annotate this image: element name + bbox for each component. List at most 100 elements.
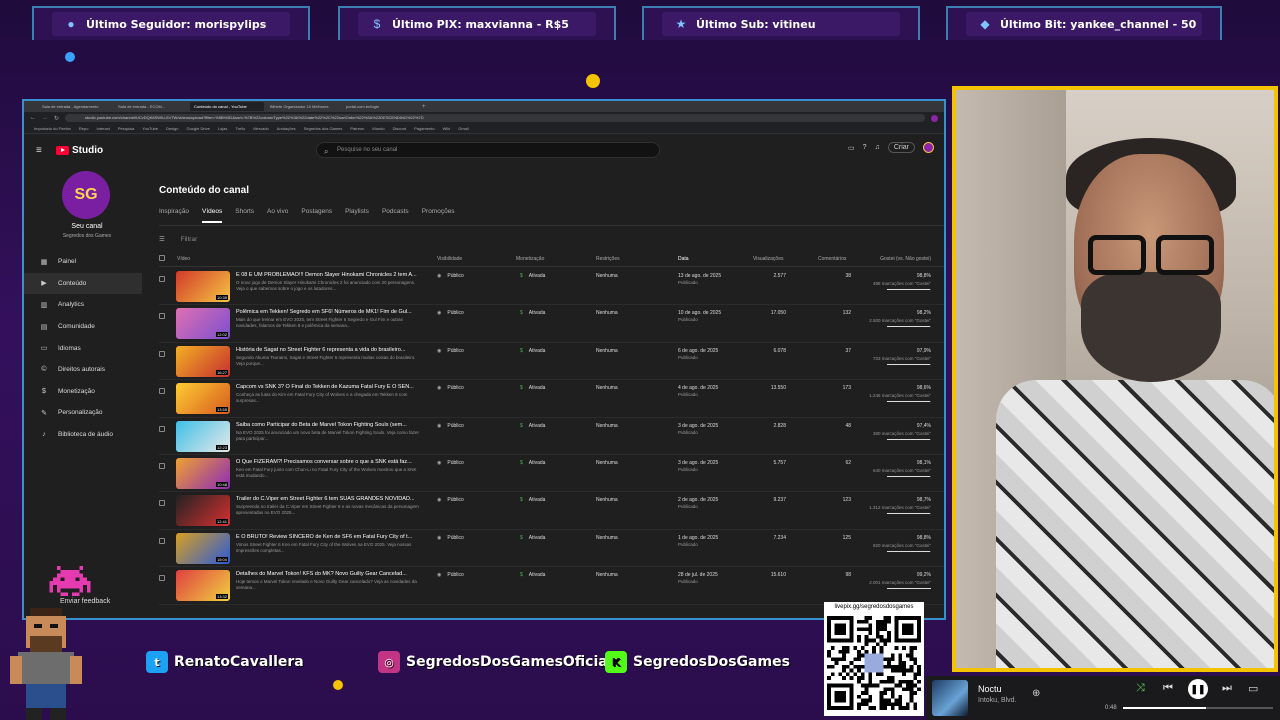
video-thumbnail[interactable]: 10:39 [176,271,230,302]
previous-icon[interactable]: ⏮ [1163,682,1173,695]
row-checkbox[interactable] [159,313,165,320]
bookmark-item[interactable]: Segredos dos Games [304,126,343,131]
video-title[interactable]: É 08 É UM PROBLEMÃO!!! Demon Slayer Hino… [236,272,421,278]
bookmark-item[interactable]: Pagamento [414,126,434,131]
monetization-cell[interactable]: $ Ativada [520,423,545,429]
col-comments[interactable]: Comentários [818,256,846,262]
bookmark-item[interactable]: Repo [79,126,89,131]
channel-avatar[interactable]: SG [62,171,110,219]
col-visibility[interactable]: Visibilidade [437,256,462,262]
bookmark-item[interactable]: Pesquisa [118,126,134,131]
table-row[interactable]: 13:32 Detalhes do Marvel Tokon! KFS do MK… [159,567,944,605]
monetization-cell[interactable]: $ Ativada [520,497,545,503]
monetization-cell[interactable]: $ Ativada [520,273,545,279]
video-thumbnail[interactable]: 10:48 [176,457,230,489]
video-thumbnail[interactable]: 15:04 [176,532,230,564]
filter-input[interactable]: ☰ Filtrar [159,235,197,243]
table-row[interactable]: 10:48 O Que FIZERAM?! Precisamos conversa… [159,455,944,493]
bookmark-item[interactable]: Patreon [350,126,364,131]
profile-icon[interactable] [931,114,938,122]
col-views[interactable]: Visualizações [753,256,783,262]
monetization-cell[interactable]: $ Ativada [520,535,545,541]
bookmark-item[interactable]: Discord [393,126,407,131]
tab-playlists[interactable]: Playlists [345,208,369,223]
tab-ao-vivo[interactable]: Ao vivo [267,208,288,223]
tab-shorts[interactable]: Shorts [235,208,254,223]
new-tab-icon[interactable]: + [422,104,426,110]
pause-button[interactable]: ❚❚ [1188,679,1208,699]
video-title[interactable]: Trailer do C.Viper em Street Fighter 6 t… [236,496,421,502]
social-kick[interactable]: K SegredosDosGames [597,647,798,681]
tab-postagens[interactable]: Postagens [301,208,332,223]
row-checkbox[interactable] [159,462,165,469]
bookmark-item[interactable]: Anotações [277,126,296,131]
video-title[interactable]: O Que FIZERAM?! Precisamos conversar sob… [236,459,421,465]
monetization-cell[interactable]: $ Ativada [520,572,545,578]
forward-icon[interactable]: → [42,115,48,121]
browser-tab[interactable]: Bilhete Organizador 10 Melhores [266,102,340,111]
bookmark-item[interactable]: YouTube [142,126,158,131]
monetization-cell[interactable]: $ Ativada [520,348,545,354]
tab-promo-es[interactable]: Promoções [422,208,455,223]
live-icon[interactable]: ▭ [848,144,855,152]
video-thumbnail[interactable]: 13:32 [176,570,230,602]
next-icon[interactable]: ⏭ [1222,682,1232,695]
monetization-cell[interactable]: $ Ativada [520,310,545,316]
table-row[interactable]: 12:41 Trailer do C.Viper em Street Fighte… [159,492,944,530]
table-row[interactable]: 10:39 É 08 É UM PROBLEMÃO!!! Demon Slayer… [159,268,944,306]
row-checkbox[interactable] [159,500,165,507]
visibility-cell[interactable]: ◉ Público [437,348,464,354]
browser-tab[interactable]: Sala de entrada - ECOM... [114,102,188,111]
livepix-qr[interactable]: livepix.gg/segredosdosgames [824,602,924,716]
browser-tab[interactable]: portal.com.br/login [342,102,416,111]
monetization-cell[interactable]: $ Ativada [520,460,545,466]
bookmark-item[interactable]: Lojas [218,126,228,131]
bookmark-item[interactable]: Trello [235,126,245,131]
video-thumbnail[interactable]: 13:55 [176,383,230,415]
progress-bar[interactable] [1123,707,1273,709]
studio-logo[interactable]: Studio [56,145,103,156]
sidebar-item-comunidade[interactable]: ▤ Comunidade [24,316,142,338]
social-instagram[interactable]: ◎ SegredosDosGamesOficial [370,647,621,681]
col-likes[interactable]: Gostei (vs. Não gostei) [880,256,931,262]
visibility-cell[interactable]: ◉ Público [437,273,464,279]
visibility-cell[interactable]: ◉ Público [437,572,464,578]
visibility-cell[interactable]: ◉ Público [437,310,464,316]
visibility-cell[interactable]: ◉ Público [437,460,464,466]
bookmark-item[interactable]: Wiki [443,126,451,131]
feedback-link[interactable]: Enviar feedback [60,598,110,605]
row-checkbox[interactable] [159,276,165,282]
row-checkbox[interactable] [159,575,165,582]
tab-inspira-o[interactable]: Inspiração [159,208,189,223]
table-row[interactable]: 12:23 Saiba como Participar do Beta de Ma… [159,418,944,455]
table-row[interactable]: 15:04 É O BRUTO! Review SINCERO de Ken de… [159,530,944,568]
row-checkbox[interactable] [159,350,165,357]
video-title[interactable]: Saiba como Participar do Beta de Marvel … [236,422,421,428]
reload-icon[interactable]: ↻ [54,115,59,122]
video-title[interactable]: Capcom vs SNK 3? O Final do Tekken de Ka… [236,384,421,390]
sidebar-item-monetiza-o[interactable]: $ Monetização [24,381,142,403]
visibility-cell[interactable]: ◉ Público [437,535,464,541]
visibility-cell[interactable]: ◉ Público [437,497,464,503]
browser-tab[interactable]: Conteúdo do canal - YouTube [190,102,264,111]
row-checkbox[interactable] [159,537,165,544]
video-thumbnail[interactable]: 12:41 [176,495,230,527]
bookmark-item[interactable]: Design [166,126,178,131]
bookmark-item[interactable]: Mercado [253,126,269,131]
video-title[interactable]: História de Sagat no Street Fighter 6 re… [236,347,421,353]
back-icon[interactable]: ← [30,115,36,121]
sidebar-item-painel[interactable]: ▦ Painel [24,251,142,273]
add-to-library-icon[interactable]: ⊕ [1032,688,1040,699]
video-thumbnail[interactable]: 16:27 [176,345,230,377]
bookmark-item[interactable]: Importado do Firefox [34,126,71,131]
help-icon[interactable]: ? [863,144,867,151]
video-title[interactable]: Polêmica em Tekken! Segredo em SF6! Núme… [236,309,421,315]
table-row[interactable]: 16:27 História de Sagat no Street Fighter… [159,343,944,381]
select-all-checkbox[interactable] [159,255,165,261]
sidebar-item-conte-do[interactable]: ▶ Conteúdo [24,272,142,295]
video-thumbnail[interactable]: 12:02 [176,308,230,340]
sidebar-item-direitos-autorais[interactable]: © Direitos autorais [24,359,142,381]
bookmark-item[interactable]: Gmail [458,126,468,131]
sidebar-item-idiomas[interactable]: ▭ Idiomas [24,337,142,359]
col-video[interactable]: Vídeo [177,256,190,262]
